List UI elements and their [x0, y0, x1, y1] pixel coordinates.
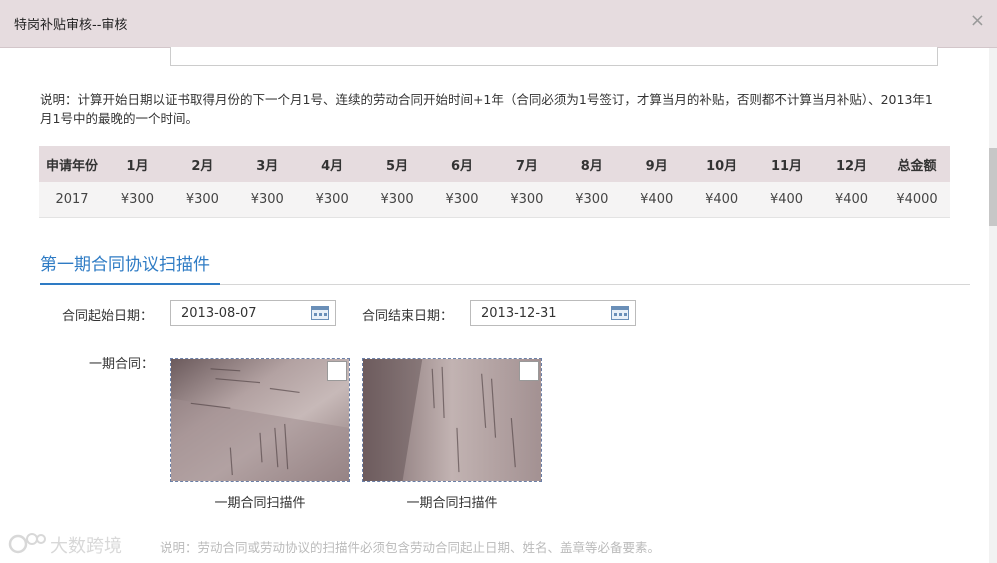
table-cell: ¥400 — [754, 182, 819, 218]
section-title: 第一期合同协议扫描件 — [40, 255, 210, 275]
table-header-row: 申请年份 1月 2月 3月 4月 5月 6月 7月 8月 9月 10月 11月 … — [39, 146, 950, 182]
select-checkbox[interactable] — [519, 361, 539, 381]
scrollbar-thumb[interactable] — [989, 148, 997, 226]
column-header: 7月 — [494, 146, 560, 182]
scan-caption: 一期合同扫描件 — [214, 496, 306, 511]
column-header: 9月 — [624, 146, 690, 182]
end-date-label: 合同结束日期： — [362, 309, 454, 324]
table-cell: ¥400 — [818, 182, 884, 218]
watermark-text: 大数跨境 — [50, 536, 122, 557]
column-header: 12月 — [818, 146, 884, 182]
end-date-value: 2013-12-31 — [481, 306, 557, 321]
column-header: 3月 — [234, 146, 300, 182]
table-cell: ¥300 — [299, 182, 365, 218]
table-cell: 2017 — [39, 182, 105, 218]
contract-scan-image — [363, 359, 541, 481]
contract-label: 一期合同： — [89, 357, 155, 372]
watermark-logo: 大数跨境 — [8, 530, 133, 558]
calendar-icon[interactable] — [311, 306, 329, 320]
start-date-field[interactable]: 2013-08-07 — [170, 300, 336, 326]
dialog-titlebar: 特岗补贴审核--审核 × — [0, 0, 997, 48]
calculation-note: 说明：计算开始日期以证书取得月份的下一个月1号、连续的劳动合同开始时间+1年（合… — [40, 92, 933, 126]
table-cell: ¥400 — [689, 182, 755, 218]
column-header: 8月 — [559, 146, 625, 182]
table-cell: ¥300 — [169, 182, 235, 218]
table-cell: ¥300 — [559, 182, 625, 218]
table-row: 2017 ¥300 ¥300 ¥300 ¥300 ¥300 ¥300 ¥300 … — [39, 182, 950, 218]
column-header: 11月 — [754, 146, 819, 182]
end-date-field[interactable]: 2013-12-31 — [470, 300, 636, 326]
contract-scan-thumbnail-1[interactable] — [170, 358, 350, 482]
contract-scan-thumbnail-2[interactable] — [362, 358, 542, 482]
calendar-icon[interactable] — [611, 306, 629, 320]
close-icon[interactable]: × — [970, 10, 985, 31]
table-cell: ¥300 — [105, 182, 170, 218]
column-header: 申请年份 — [39, 146, 105, 182]
column-header: 6月 — [429, 146, 495, 182]
dialog-title: 特岗补贴审核--审核 — [14, 18, 128, 33]
column-header: 10月 — [689, 146, 755, 182]
scrollbar-track[interactable] — [989, 48, 997, 563]
table-cell: ¥4000 — [884, 182, 950, 218]
column-header: 2月 — [169, 146, 235, 182]
column-header: 4月 — [299, 146, 365, 182]
watermark-icon — [8, 533, 46, 554]
start-date-value: 2013-08-07 — [181, 306, 257, 321]
table-cell: ¥300 — [364, 182, 430, 218]
start-date-label: 合同起始日期： — [62, 309, 154, 324]
scan-requirement-note: 说明：劳动合同或劳动协议的扫描件必须包含劳动合同起止日期、姓名、盖章等必备要素。 — [160, 540, 661, 555]
select-checkbox[interactable] — [327, 361, 347, 381]
column-header: 5月 — [364, 146, 430, 182]
column-header: 总金额 — [884, 146, 950, 182]
scan-caption: 一期合同扫描件 — [406, 496, 498, 511]
section-title-underline — [40, 283, 220, 285]
subsidy-table: 申请年份 1月 2月 3月 4月 5月 6月 7月 8月 9月 10月 11月 … — [39, 146, 950, 218]
table-cell: ¥300 — [234, 182, 300, 218]
table-cell: ¥300 — [494, 182, 560, 218]
contract-scan-image — [171, 359, 349, 481]
previous-field-box — [170, 47, 938, 66]
table-cell: ¥400 — [624, 182, 690, 218]
column-header: 1月 — [105, 146, 170, 182]
table-cell: ¥300 — [429, 182, 495, 218]
